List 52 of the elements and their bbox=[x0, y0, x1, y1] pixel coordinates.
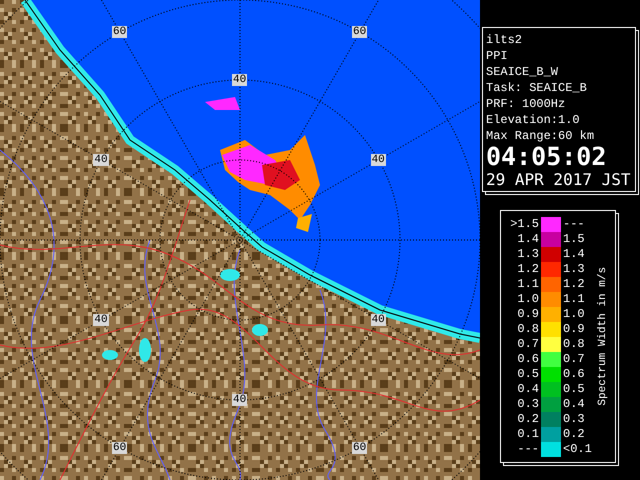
legend-value: 0.9 bbox=[562, 322, 586, 336]
range-label: 40 bbox=[370, 154, 386, 166]
legend-value: 1.4 bbox=[562, 246, 586, 262]
range-label: 60 bbox=[352, 442, 368, 454]
legend-value: 0.4 bbox=[562, 396, 586, 412]
legend-value: 1.3 bbox=[562, 262, 586, 276]
legend-value: 0.5 bbox=[562, 382, 586, 396]
legend-value: --- bbox=[516, 442, 540, 456]
info-line: PPI bbox=[486, 48, 509, 64]
legend-value: 1.4 bbox=[516, 232, 540, 246]
range-label: 60 bbox=[112, 26, 128, 38]
range-label: 60 bbox=[112, 442, 128, 454]
range-label: 60 bbox=[352, 26, 368, 38]
range-label: 40 bbox=[93, 154, 109, 166]
legend-value: 0.4 bbox=[516, 382, 540, 396]
legend-value: 0.8 bbox=[562, 336, 586, 352]
legend-title: Spectrum Width in m/s bbox=[596, 267, 610, 406]
info-line: ilts2 bbox=[486, 32, 524, 48]
range-label: 40 bbox=[232, 394, 248, 406]
range-label: 40 bbox=[370, 314, 386, 326]
legend-value: 0.5 bbox=[516, 366, 540, 382]
legend-value: 0.9 bbox=[516, 306, 540, 322]
legend-value: 0.3 bbox=[562, 412, 586, 426]
legend-value: 0.3 bbox=[516, 396, 540, 412]
legend-value: 1.2 bbox=[562, 276, 586, 292]
time-display: 04:05:02 bbox=[486, 144, 608, 170]
legend-value: 1.5 bbox=[562, 232, 586, 246]
date-display: 29 APR 2017 JST bbox=[486, 170, 632, 190]
legend-value: --- bbox=[562, 216, 586, 232]
range-label: 40 bbox=[232, 74, 248, 86]
legend-value: 0.8 bbox=[516, 322, 540, 336]
legend-value: 0.2 bbox=[516, 412, 540, 426]
legend-value: 0.7 bbox=[516, 336, 540, 352]
info-line: Max Range:60 km bbox=[486, 128, 596, 144]
legend-value: 0.1 bbox=[516, 426, 540, 442]
info-line: Task: SEAICE_B bbox=[486, 80, 588, 96]
legend-value: 1.1 bbox=[516, 276, 540, 292]
legend-value: 1.0 bbox=[516, 292, 540, 306]
info-line: SEAICE_B_W bbox=[486, 64, 560, 80]
legend-value: 0.6 bbox=[562, 366, 586, 382]
info-line: Elevation:1.0 bbox=[486, 112, 581, 128]
range-label: 40 bbox=[93, 314, 109, 326]
info-line: PRF: 1000Hz bbox=[486, 96, 566, 112]
legend-value: 0.7 bbox=[562, 352, 586, 366]
legend-value: 0.6 bbox=[516, 352, 540, 366]
legend-value: 0.2 bbox=[562, 426, 586, 442]
legend-value: 1.0 bbox=[562, 306, 586, 322]
legend-value: 1.3 bbox=[516, 246, 540, 262]
legend-value: 1.2 bbox=[516, 262, 540, 276]
legend-value: 1.1 bbox=[562, 292, 586, 306]
legend-value: <0.1 bbox=[562, 442, 593, 456]
legend-value: >1.5 bbox=[509, 216, 540, 232]
